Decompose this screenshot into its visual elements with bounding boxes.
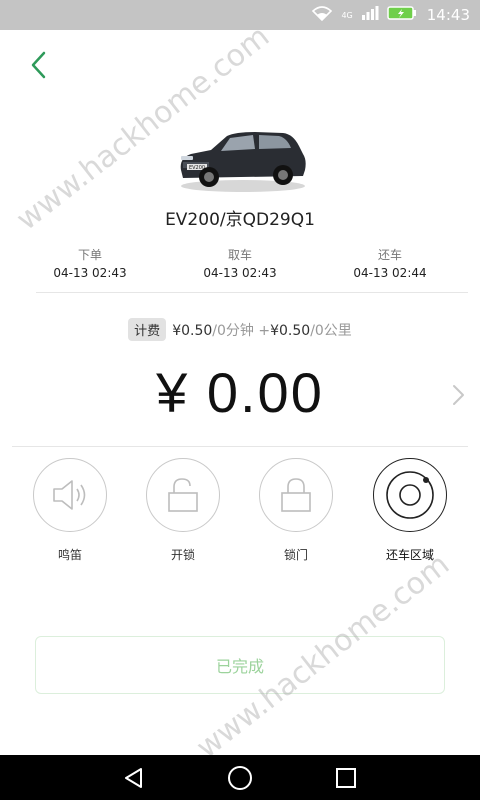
order-time-value: 04-13 02:43 [203, 266, 277, 280]
order-times: 下单 04-13 02:43 取车 04-13 02:43 还车 04-13 0… [15, 247, 465, 287]
unlock-label: 开锁 [170, 548, 195, 562]
unlock-button[interactable]: 开锁 [133, 458, 233, 563]
return-area-button[interactable]: 还车区域 [360, 458, 460, 563]
unlock-icon [168, 478, 198, 512]
vehicle-title: EV200/京QD29Q1 [165, 210, 315, 230]
km-unit: /0公里 [310, 322, 352, 339]
status-icons: 4G 14:43 [311, 0, 470, 30]
order-time-placed: 下单 04-13 02:43 [15, 247, 165, 282]
order-time-return: 还车 04-13 02:44 [315, 247, 465, 282]
amount-detail-button[interactable] [448, 383, 468, 407]
lock-button-circle [259, 458, 333, 532]
horn-label: 鸣笛 [57, 548, 82, 562]
total-amount: ¥ 0.00 [156, 361, 324, 424]
wifi-icon [311, 5, 333, 25]
status-bar: 4G 14:43 [0, 0, 480, 30]
horn-icon [53, 480, 86, 510]
chevron-right-icon [453, 385, 464, 405]
order-time-value: 04-13 02:44 [353, 266, 427, 280]
network-type: 4G [341, 10, 353, 20]
minute-price: ¥0.50 [172, 322, 213, 339]
back-button[interactable] [24, 50, 54, 80]
order-time-value: 04-13 02:43 [53, 266, 127, 280]
chevron-left-icon [31, 51, 46, 79]
action-bar: 鸣笛 开锁 锁门 还车区域 [0, 458, 480, 568]
horn-button-circle [33, 458, 107, 532]
battery-icon [387, 5, 417, 25]
divider [36, 292, 468, 293]
fee-badge: 计费 [128, 318, 167, 341]
nav-home-button[interactable] [220, 763, 260, 793]
nav-recents-icon [336, 768, 356, 788]
car-image: EV200 [175, 120, 310, 195]
return-area-button-circle [373, 458, 447, 532]
nav-back-icon [125, 768, 142, 788]
lock-icon [281, 478, 311, 512]
fee-text: ¥0.50/0分钟 +¥0.50/0公里 [172, 320, 352, 340]
return-area-icon [386, 471, 434, 519]
order-time-label: 下单 [77, 248, 102, 262]
divider [12, 446, 468, 447]
km-price: ¥0.50 [270, 322, 311, 339]
signal-icon [361, 5, 379, 25]
fee-plus: + [258, 322, 271, 339]
order-time-label: 还车 [377, 248, 402, 262]
horn-button[interactable]: 鸣笛 [20, 458, 120, 563]
order-time-label: 取车 [227, 248, 252, 262]
navigation-bar [0, 755, 480, 800]
nav-home-icon [228, 766, 252, 790]
nav-back-button[interactable] [114, 763, 154, 793]
fee-line: 计费 ¥0.50/0分钟 +¥0.50/0公里 [0, 318, 480, 341]
status-time: 14:43 [426, 6, 470, 24]
order-time-pickup: 取车 04-13 02:43 [165, 247, 315, 282]
unlock-button-circle [146, 458, 220, 532]
lock-button[interactable]: 锁门 [246, 458, 346, 563]
nav-recents-button[interactable] [326, 763, 366, 793]
completed-button[interactable]: 已完成 [35, 636, 445, 694]
lock-label: 锁门 [283, 548, 308, 562]
minute-unit: /0分钟 [212, 322, 254, 339]
